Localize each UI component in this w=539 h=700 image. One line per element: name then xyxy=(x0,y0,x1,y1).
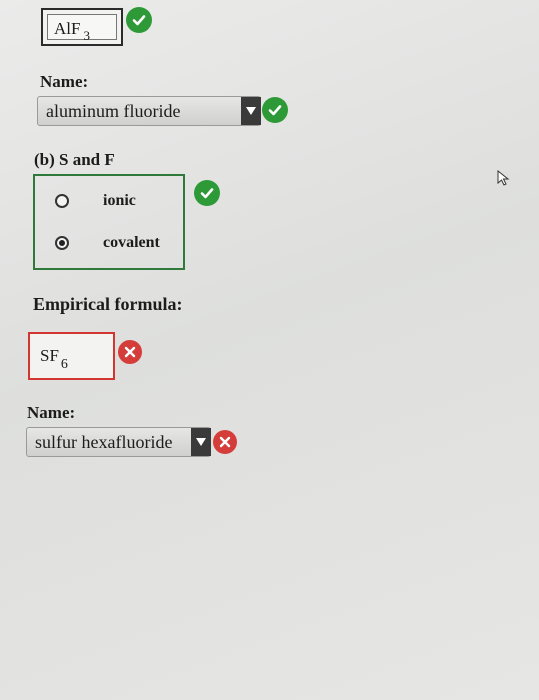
radio-label-covalent: covalent xyxy=(103,234,160,251)
name-select-a-value: aluminum fluoride xyxy=(46,101,181,121)
name-select-b[interactable]: sulfur hexafluoride xyxy=(26,427,211,457)
empirical-formula-label: Empirical formula: xyxy=(33,294,183,314)
name-select-b-value: sulfur hexafluoride xyxy=(35,432,173,452)
formula-subscript: 6 xyxy=(60,357,68,372)
check-icon xyxy=(194,180,220,206)
radio-selected-dot xyxy=(59,240,65,246)
formula-input-alf3[interactable]: AlF 3 xyxy=(41,8,123,46)
radio-option-ionic[interactable]: ionic xyxy=(55,192,136,210)
x-icon xyxy=(118,340,142,364)
check-icon xyxy=(126,7,152,33)
radio-button-ionic[interactable] xyxy=(55,194,69,208)
formula-subscript: 3 xyxy=(83,28,90,43)
formula-main-text: AlF xyxy=(54,19,81,38)
radio-option-covalent[interactable]: covalent xyxy=(55,234,160,252)
triangle-down-icon[interactable] xyxy=(191,428,211,456)
radio-button-covalent[interactable] xyxy=(55,236,69,250)
formula-input-sf6[interactable]: SF 6 xyxy=(28,332,115,380)
part-b-heading: (b) S and F xyxy=(34,150,115,169)
triangle-down-icon[interactable] xyxy=(241,97,261,125)
bond-type-radio-group: ionic covalent xyxy=(33,174,185,270)
name-label-b: Name: xyxy=(27,403,76,422)
x-icon xyxy=(213,430,237,454)
cursor-arrow-icon xyxy=(497,169,511,191)
formula-input-inner[interactable]: AlF 3 xyxy=(47,14,117,43)
radio-label-ionic: ionic xyxy=(103,192,136,209)
name-label-a: Name: xyxy=(40,72,89,91)
name-select-a[interactable]: aluminum fluoride xyxy=(37,96,261,126)
check-icon xyxy=(262,97,288,123)
formula-main-text: SF xyxy=(40,346,59,365)
